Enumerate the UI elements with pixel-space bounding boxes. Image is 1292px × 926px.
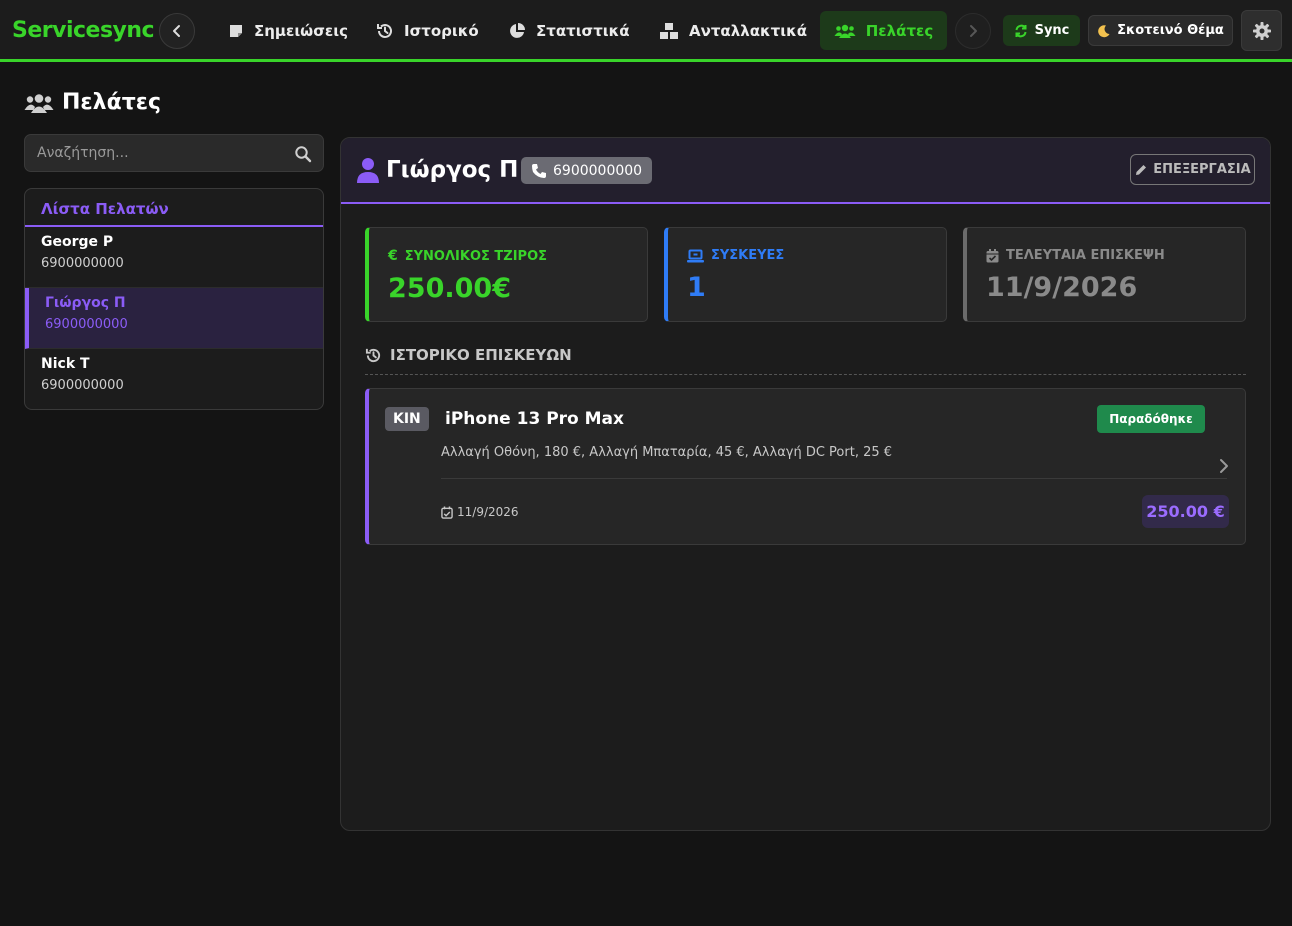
calendar-check-icon: [986, 248, 999, 262]
users-icon: [834, 24, 856, 38]
edit-label: ΕΠΕΞΕΡΓΑΣΙΑ: [1153, 162, 1251, 177]
stat-card-devices: ΣΥΣΚΕΥΕΣ 1: [664, 227, 947, 322]
moon-icon: [1098, 24, 1110, 37]
client-list-item[interactable]: Nick T 6900000000: [25, 349, 323, 409]
users-icon: [24, 93, 54, 113]
history-icon: [365, 348, 381, 362]
euro-icon: €: [388, 248, 398, 264]
stat-label: ΣΥΣΚΕΥΕΣ: [687, 248, 946, 263]
top-navbar: Servicesync Σημειώσεις Ιστορικό Στατιστι…: [0, 0, 1292, 62]
customer-header: Γιώργος Π 6900000000 ΕΠΕΞΕΡΓΑΣΙΑ: [341, 138, 1270, 204]
nav-item-label: Ανταλλακτικά: [689, 21, 808, 40]
brand-logo[interactable]: Servicesync: [12, 18, 155, 43]
client-phone: 6900000000: [41, 256, 124, 271]
stat-label: € ΣΥΝΟΛΙΚΟΣ ΤΖΙΡΟΣ: [388, 248, 647, 264]
boxes-icon: [660, 22, 678, 39]
note-icon: [230, 24, 242, 37]
settings-button[interactable]: [1241, 10, 1282, 51]
client-list-item-active[interactable]: Γιώργος Π 6900000000: [25, 288, 323, 349]
page-title-text: Πελάτες: [62, 90, 162, 115]
theme-label: Σκοτεινό Θέμα: [1117, 23, 1224, 38]
user-icon: [357, 158, 379, 183]
chevron-right-icon: [970, 25, 977, 37]
repair-code-badge: ΚΙΝ: [385, 407, 429, 431]
chevron-right-icon[interactable]: [1218, 458, 1230, 474]
repair-date: 11/9/2026: [441, 505, 519, 519]
stat-card-revenue: € ΣΥΝΟΛΙΚΟΣ ΤΖΙΡΟΣ 250.00€: [365, 227, 648, 322]
sync-label: Sync: [1034, 23, 1070, 38]
laptop-icon: [687, 249, 704, 262]
client-phone: 6900000000: [41, 378, 124, 393]
stat-value: 1: [687, 272, 706, 303]
chevron-left-icon: [173, 25, 180, 37]
nav-scroll-right-button[interactable]: [955, 13, 991, 49]
calendar-check-icon: [441, 506, 453, 519]
client-phone: 6900000000: [45, 317, 128, 332]
customer-name: Γιώργος Π: [386, 157, 519, 183]
pie-chart-icon: [510, 22, 525, 38]
nav-item-label: Ιστορικό: [404, 21, 479, 40]
nav-item-label: Πελάτες: [865, 21, 934, 40]
client-list: Λίστα Πελατών George P 6900000000 Γιώργο…: [24, 188, 324, 410]
nav-scroll-left-button[interactable]: [159, 13, 195, 49]
theme-toggle-button[interactable]: Σκοτεινό Θέμα: [1088, 15, 1233, 46]
phone-number: 6900000000: [553, 162, 643, 179]
client-name: Nick T: [41, 356, 90, 372]
sync-button[interactable]: Sync: [1003, 15, 1080, 46]
customer-phone-badge[interactable]: 6900000000: [521, 157, 653, 184]
stat-value: 250.00€: [388, 273, 511, 304]
history-divider: [365, 374, 1246, 375]
nav-item-history[interactable]: Ιστορικό: [362, 11, 493, 50]
history-title-text: ΙΣΤΟΡΙΚΟ ΕΠΙΣΚΕΥΩΝ: [390, 346, 572, 364]
pencil-icon: [1136, 164, 1147, 175]
repair-date-text: 11/9/2026: [457, 505, 519, 519]
search-box: [24, 134, 324, 172]
nav-item-parts[interactable]: Ανταλλακτικά: [645, 11, 821, 50]
repair-price: 250.00 €: [1142, 495, 1229, 528]
edit-button[interactable]: ΕΠΕΞΕΡΓΑΣΙΑ: [1130, 154, 1255, 185]
gear-icon: [1252, 21, 1271, 40]
nav-item-notes[interactable]: Σημειώσεις: [214, 11, 362, 50]
sync-icon: [1015, 24, 1027, 37]
stat-card-last-visit: ΤΕΛΕΥΤΑΙΑ ΕΠΙΣΚΕΨΗ 11/9/2026: [963, 227, 1246, 322]
customer-details-panel: Γιώργος Π 6900000000 ΕΠΕΞΕΡΓΑΣΙΑ € ΣΥΝΟΛ…: [340, 137, 1271, 831]
nav-item-label: Στατιστικά: [536, 21, 630, 40]
client-list-item[interactable]: George P 6900000000: [25, 227, 323, 288]
repair-services: Αλλαγή Οθόνη, 180 €, Αλλαγή Μπαταρία, 45…: [441, 445, 893, 460]
stat-label-text: ΣΥΣΚΕΥΕΣ: [711, 248, 785, 263]
client-name: Γιώργος Π: [45, 295, 126, 311]
history-title: ΙΣΤΟΡΙΚΟ ΕΠΙΣΚΕΥΩΝ: [365, 346, 572, 364]
repair-device-model: iPhone 13 Pro Max: [445, 409, 624, 429]
stat-value: 11/9/2026: [986, 272, 1138, 303]
search-icon[interactable]: [294, 145, 312, 163]
history-icon: [377, 23, 392, 38]
client-name: George P: [41, 234, 114, 250]
nav-item-statistics[interactable]: Στατιστικά: [494, 11, 644, 50]
repair-card[interactable]: ΚΙΝ iPhone 13 Pro Max Παραδόθηκε Αλλαγή …: [365, 388, 1246, 545]
stat-label: ΤΕΛΕΥΤΑΙΑ ΕΠΙΣΚΕΨΗ: [986, 248, 1245, 263]
repair-divider: [441, 478, 1227, 479]
page-title: Πελάτες: [24, 90, 161, 115]
repair-status-badge: Παραδόθηκε: [1097, 405, 1205, 433]
search-input[interactable]: [25, 135, 323, 171]
phone-icon: [532, 163, 546, 178]
stat-label-text: ΣΥΝΟΛΙΚΟΣ ΤΖΙΡΟΣ: [404, 248, 547, 264]
client-list-header: Λίστα Πελατών: [25, 189, 323, 227]
nav-item-clients[interactable]: Πελάτες: [820, 11, 947, 50]
nav-item-label: Σημειώσεις: [254, 21, 348, 40]
stat-label-text: ΤΕΛΕΥΤΑΙΑ ΕΠΙΣΚΕΨΗ: [1006, 248, 1165, 263]
